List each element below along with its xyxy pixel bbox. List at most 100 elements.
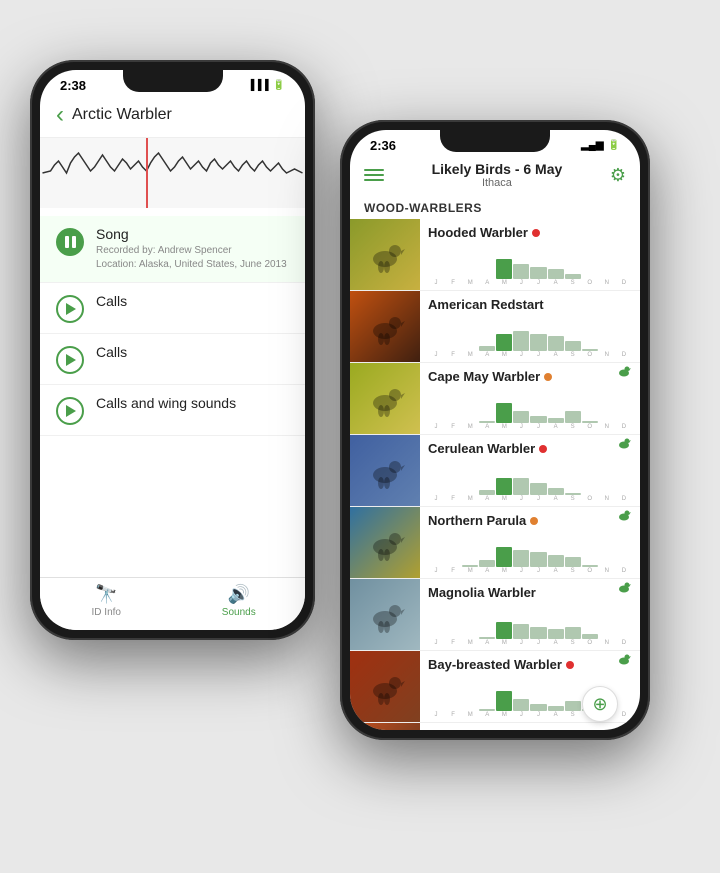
sound-label-calls1: Calls <box>96 293 289 309</box>
sound-item-calls2[interactable]: Calls <box>40 334 305 385</box>
dot-orange <box>544 373 552 381</box>
sound-item-song[interactable]: Song Recorded by: Andrew Spencer Locatio… <box>40 216 305 283</box>
month-label: F <box>445 496 461 502</box>
month-label: J <box>530 568 546 574</box>
phone2-title: Likely Birds - 6 May <box>432 161 563 177</box>
month-label: J <box>530 712 546 718</box>
month-label: D <box>616 640 632 646</box>
month-col <box>496 547 512 567</box>
battery2-icon: 🔋 <box>608 140 620 151</box>
bird-item[interactable]: Cape May WarblerJFMAMJJASOND <box>350 363 640 435</box>
sound-item-calls-wing[interactable]: Calls and wing sounds <box>40 385 305 436</box>
month-segment <box>565 274 581 279</box>
bird-name-text: Magnolia Warbler <box>428 585 536 600</box>
bird-name-text: Hooded Warbler <box>428 225 528 240</box>
month-segment <box>462 565 478 568</box>
month-col <box>530 627 546 640</box>
play-triangle-calls-wing <box>66 405 76 417</box>
bird-item[interactable]: Northern ParulaJFMAMJJASOND <box>350 507 640 579</box>
bird-item[interactable]: Magnolia Warbler JFMAMJJASOND <box>350 579 640 651</box>
side-bird-icon <box>616 507 632 523</box>
wifi-icon: ▂▄▆ <box>581 140 603 151</box>
month-segment <box>565 627 581 640</box>
month-label: S <box>565 280 581 286</box>
bird-item[interactable]: American RedstartJFMAMJJASOND <box>350 291 640 363</box>
month-label: A <box>548 640 564 646</box>
month-label: M <box>496 424 512 430</box>
month-label: A <box>479 424 495 430</box>
month-label: O <box>582 496 598 502</box>
month-segment <box>530 267 546 280</box>
month-label: A <box>479 712 495 718</box>
month-segment <box>548 629 564 639</box>
month-segment <box>496 547 512 567</box>
bird-info: Cape May WarblerJFMAMJJASOND <box>420 363 640 434</box>
play-button-calls2[interactable] <box>56 346 84 374</box>
dot-red <box>539 445 547 453</box>
sound-item-calls1[interactable]: Calls <box>40 283 305 334</box>
dot-red <box>532 229 540 237</box>
bird-item[interactable]: Hooded WarblerJFMAMJJASOND <box>350 219 640 291</box>
month-label: A <box>548 712 564 718</box>
month-bar <box>428 611 632 639</box>
month-col <box>496 622 512 640</box>
bird-photo-inner <box>350 651 420 722</box>
month-col <box>530 267 546 280</box>
month-col <box>479 490 495 495</box>
phone2-header: Likely Birds - 6 May Ithaca ⚙ <box>350 157 640 197</box>
hamburger-menu[interactable] <box>364 169 384 181</box>
month-col <box>530 704 546 712</box>
month-col <box>565 557 581 567</box>
month-col <box>565 341 581 351</box>
bird-name-row: Northern Parula <box>428 513 632 528</box>
month-col <box>548 706 564 711</box>
month-label: M <box>462 280 478 286</box>
play-button-calls-wing[interactable] <box>56 397 84 425</box>
month-segment <box>530 552 546 567</box>
bird-name-text: Cape May Warbler <box>428 369 540 384</box>
month-label: A <box>479 280 495 286</box>
back-button[interactable]: ‹ <box>56 101 64 129</box>
phone2-screen: 2:36 ▂▄▆ 🔋 Likely Birds - 6 May Ithaca ⚙ <box>350 130 640 730</box>
speaker-icon: 🔊 <box>228 584 250 605</box>
tab-sounds-label: Sounds <box>222 607 256 618</box>
bird-photo <box>350 507 420 578</box>
month-label: A <box>548 496 564 502</box>
bird-photo-inner <box>350 291 420 362</box>
tab-sounds[interactable]: 🔊 Sounds <box>173 584 306 618</box>
month-label: S <box>565 352 581 358</box>
month-segment <box>496 691 512 711</box>
compass-button[interactable]: ⊕ <box>582 686 618 722</box>
month-label: S <box>565 424 581 430</box>
month-label: A <box>548 424 564 430</box>
waveform-area[interactable] <box>40 138 305 208</box>
month-bar-container: JFMAMJJASOND <box>428 467 632 502</box>
month-col <box>582 565 598 568</box>
month-bar-container: JFMAMJJASOND <box>428 611 632 646</box>
month-label: A <box>548 568 564 574</box>
month-segment <box>530 627 546 640</box>
month-label: J <box>428 568 444 574</box>
filter-icon[interactable]: ⚙ <box>610 165 626 186</box>
month-bar <box>428 323 632 351</box>
month-col <box>565 627 581 640</box>
bird-photo <box>350 363 420 434</box>
bird-name-row: Hooded Warbler <box>428 225 632 240</box>
month-label: D <box>616 424 632 430</box>
pause-button-song[interactable] <box>56 228 84 256</box>
month-label: N <box>599 496 615 502</box>
dot-red <box>566 661 574 669</box>
month-labels-row: JFMAMJJASOND <box>428 280 632 286</box>
month-label: A <box>479 352 495 358</box>
tab-id-info[interactable]: 🔭 ID Info <box>40 584 173 618</box>
month-bar <box>428 539 632 567</box>
bird-item[interactable]: Cerulean WarblerJFMAMJJASOND <box>350 435 640 507</box>
sound-info-calls-wing: Calls and wing sounds <box>96 395 289 411</box>
bird-name-row: American Redstart <box>428 297 632 312</box>
month-col <box>513 411 529 424</box>
hamburger-line3 <box>364 179 384 181</box>
month-segment <box>530 483 546 496</box>
month-label: J <box>530 496 546 502</box>
bird-info: Northern ParulaJFMAMJJASOND <box>420 507 640 578</box>
play-button-calls1[interactable] <box>56 295 84 323</box>
